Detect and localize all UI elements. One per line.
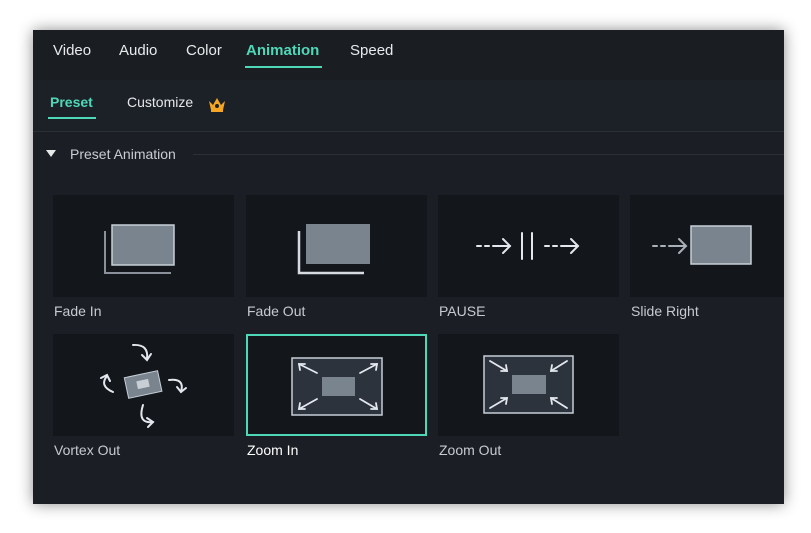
preset-zoom-out[interactable]: Zoom Out [438,334,619,464]
preset-animation-section-header[interactable]: Preset Animation [33,133,784,173]
preset-thumbnail [438,334,619,436]
preset-label: PAUSE [439,303,486,319]
zoom-in-icon [291,357,383,416]
crown-icon [209,98,225,112]
preset-slide-right[interactable]: Slide Right [630,195,784,325]
preset-thumbnail [438,195,619,297]
preset-label: Fade Out [247,303,306,319]
preset-vortex-out[interactable]: Vortex Out [53,334,234,464]
section-title: Preset Animation [70,146,176,162]
caret-down-icon [46,150,56,157]
tab-audio[interactable]: Audio [119,42,157,68]
fade-in-icon [104,224,175,274]
subtab-customize[interactable]: Customize [127,94,193,120]
preset-thumbnail [246,334,427,436]
tab-animation[interactable]: Animation [244,42,323,68]
zoom-out-icon [483,355,574,414]
preset-fade-out[interactable]: Fade Out [246,195,427,325]
preset-label: Fade In [54,303,102,319]
property-tabs: Video Audio Color Animation Speed [33,30,784,80]
animation-subtabs: Preset Customize [33,80,784,132]
vortex-out-icon [100,343,187,428]
tab-speed[interactable]: Speed [350,42,393,68]
tab-color[interactable]: Color [186,42,222,68]
preset-thumbnail [246,195,427,297]
subtab-preset[interactable]: Preset [48,94,96,120]
preset-thumbnail [53,334,234,436]
preset-pause[interactable]: PAUSE [438,195,619,325]
preset-label: Zoom In [247,442,299,458]
section-divider [193,154,784,155]
preset-fade-in[interactable]: Fade In [53,195,234,325]
animation-panel: Video Audio Color Animation Speed Preset… [33,30,784,504]
preset-thumbnail [630,195,784,297]
preset-label: Slide Right [631,303,699,319]
preset-label: Zoom Out [439,442,502,458]
tab-video[interactable]: Video [53,42,91,68]
pause-icon [476,232,580,260]
preset-label: Vortex Out [54,442,121,458]
preset-zoom-in[interactable]: Zoom In [246,334,427,464]
preset-thumbnail [53,195,234,297]
slide-right-icon [652,225,752,265]
fade-out-icon [297,224,370,275]
